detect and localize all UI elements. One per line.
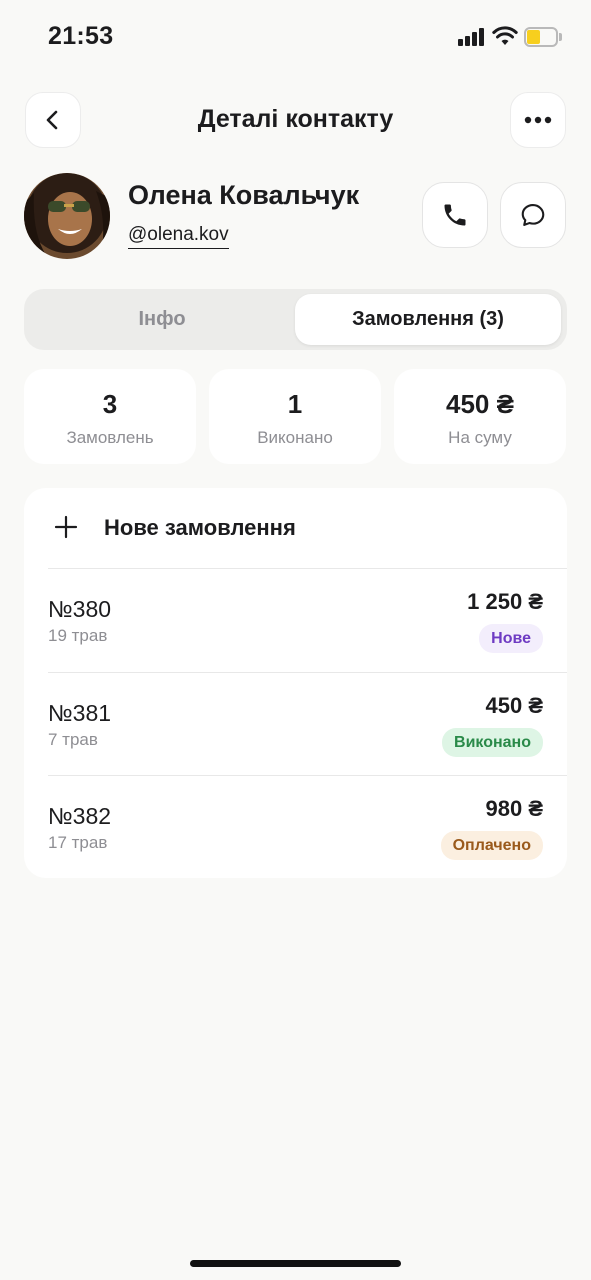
stat-orders-count: 3 Замовлень xyxy=(24,369,196,464)
new-order-button[interactable]: Нове замовлення xyxy=(24,488,567,568)
order-number: №380 xyxy=(48,596,112,622)
order-number: №381 xyxy=(48,700,112,726)
call-button[interactable] xyxy=(422,182,488,248)
orders-list: Нове замовлення №380 19 трав 1 250 ₴ Нов… xyxy=(24,488,567,878)
stat-label: На суму xyxy=(448,428,512,447)
order-number: №382 xyxy=(48,803,112,829)
stat-completed-count: 1 Виконано xyxy=(209,369,381,464)
order-date: 19 трав xyxy=(48,626,108,645)
avatar xyxy=(24,173,110,259)
stat-value: 450 ₴ xyxy=(446,389,514,419)
order-row[interactable]: №382 17 трав 980 ₴ Оплачено xyxy=(24,776,567,878)
page-title: Деталі контакту xyxy=(197,105,394,133)
stat-label: Замовлень xyxy=(66,428,154,447)
order-date: 7 трав xyxy=(48,730,98,749)
more-options-button[interactable] xyxy=(510,92,566,148)
wifi-icon xyxy=(492,26,518,45)
status-badge: Виконано xyxy=(442,728,543,757)
stat-value: 3 xyxy=(102,389,118,419)
contact-name: Олена Ковальчук xyxy=(128,180,360,210)
order-date: 17 трав xyxy=(48,833,108,852)
status-time: 21:53 xyxy=(48,22,114,50)
status-bar: 21:53 xyxy=(0,0,591,76)
new-order-label: Нове замовлення xyxy=(104,515,296,540)
plus-icon xyxy=(54,515,78,539)
cellular-signal-icon xyxy=(458,28,484,46)
tab-orders[interactable]: Замовлення (3) xyxy=(295,294,561,345)
message-button[interactable] xyxy=(500,182,566,248)
status-badge: Нове xyxy=(479,624,543,653)
stat-value: 1 xyxy=(287,389,303,419)
chat-bubble-icon xyxy=(521,204,545,226)
order-row[interactable]: №380 19 трав 1 250 ₴ Нове xyxy=(24,569,567,672)
order-amount: 1 250 ₴ xyxy=(467,589,543,614)
stat-label: Виконано xyxy=(257,428,333,447)
contact-handle-link[interactable]: @olena.kov xyxy=(128,224,229,249)
tab-info[interactable]: Інфо xyxy=(29,294,295,345)
segmented-tabs: Інфо Замовлення (3) xyxy=(24,289,567,350)
order-row[interactable]: №381 7 трав 450 ₴ Виконано xyxy=(24,673,567,776)
order-amount: 980 ₴ xyxy=(485,796,544,821)
status-badge: Оплачено xyxy=(440,831,543,860)
order-amount: 450 ₴ xyxy=(485,693,544,718)
stat-total-amount: 450 ₴ На суму xyxy=(394,369,566,464)
phone-icon xyxy=(444,204,466,226)
contact-details-screen: 21:53 Деталі контакту Олена Ковальчук @o… xyxy=(0,0,591,1280)
battery-icon xyxy=(524,27,562,47)
home-indicator[interactable] xyxy=(190,1260,401,1267)
more-horizontal-icon xyxy=(524,116,552,124)
